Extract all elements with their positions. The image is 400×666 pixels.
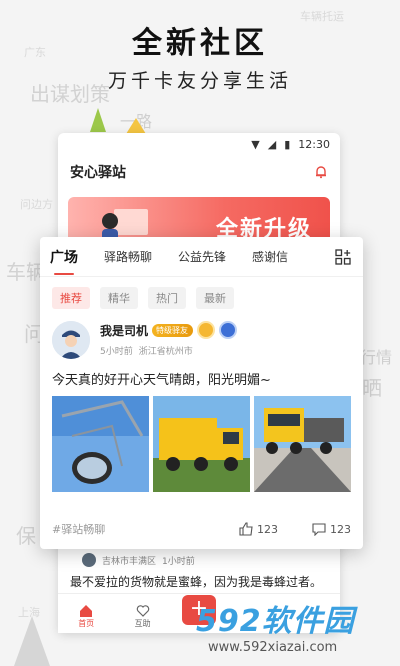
feed2-text: 最不爱拉的货物就是蜜蜂，因为我是毒蜂过者。 — [70, 575, 323, 589]
post-text: 今天真的好开心天气晴朗，阳光明媚~ — [52, 373, 271, 388]
watermark-url: www.592xiazai.com — [208, 640, 338, 655]
app-header: 安心驿站 — [58, 155, 340, 189]
feed2-location: 吉林市丰满区 — [102, 556, 157, 567]
driver-avatar-icon — [52, 321, 90, 359]
like-button[interactable]: 123 — [239, 522, 278, 536]
like-count: 123 — [257, 522, 278, 536]
headline: 全新社区 — [132, 26, 268, 61]
avatar[interactable] — [52, 321, 90, 359]
bg-word: 问边方 — [20, 198, 53, 211]
chip-recommend[interactable]: 推荐 — [52, 287, 90, 309]
post-name-row: 我是司机 特级驿友 — [100, 321, 238, 339]
bell-icon[interactable] — [314, 165, 328, 179]
post-header: 我是司机 特级驿友 5小时前 浙江省杭州市 — [40, 309, 363, 359]
app-title: 安心驿站 — [70, 165, 126, 181]
watermark-brand: 592软件园 — [196, 604, 355, 639]
battery-icon: ▮ — [284, 137, 291, 151]
comment-count: 123 — [330, 522, 351, 536]
subline: 万千卡友分享生活 — [107, 70, 292, 92]
truck-photo — [254, 396, 351, 492]
vip-badge: 特级驿友 — [152, 323, 194, 337]
chip-featured[interactable]: 精华 — [100, 287, 138, 309]
tree-decoration — [126, 118, 146, 134]
tab-chat[interactable]: 驿路畅聊 — [104, 248, 152, 265]
bg-word: 保 — [16, 524, 36, 548]
bg-word: 晒 — [362, 376, 382, 400]
tree-decoration — [14, 616, 50, 666]
watermark: 592软件园 www.592xiazai.com — [196, 596, 400, 666]
post-info: 我是司机 特级驿友 5小时前 浙江省杭州市 — [100, 321, 238, 359]
post-author[interactable]: 我是司机 — [100, 322, 148, 339]
comment-button[interactable]: 123 — [312, 522, 351, 536]
tab-square[interactable]: 广场 — [50, 247, 78, 275]
tab-help-label: 互助 — [134, 619, 151, 628]
post-photo[interactable] — [254, 396, 351, 492]
medal-icon — [197, 321, 216, 339]
tab-home-label: 首页 — [78, 619, 95, 628]
tab-charity[interactable]: 公益先锋 — [178, 248, 226, 265]
status-time: 12:30 — [298, 137, 330, 151]
tab-thanks[interactable]: 感谢信 — [252, 248, 288, 265]
post-topic[interactable]: #驿站畅聊 — [52, 521, 105, 537]
thumbs-up-icon — [239, 522, 253, 536]
chip-hot[interactable]: 热门 — [148, 287, 186, 309]
post-footer: #驿站畅聊 123 123 — [52, 521, 351, 537]
chip-latest[interactable]: 最新 — [196, 287, 234, 309]
bg-word: 行情 — [360, 348, 393, 367]
tab-help[interactable]: 互助 — [123, 604, 163, 629]
community-tabs: 广场 驿路畅聊 公益先锋 感谢信 — [40, 237, 363, 277]
truck-photo — [153, 396, 250, 492]
heart-icon — [136, 605, 149, 617]
feed2-meta: 吉林市丰满区 1小时前 — [82, 553, 195, 567]
community-card: 广场 驿路畅聊 公益先锋 感谢信 推荐 精华 热门 最新 我是司机 特级驿友 5… — [40, 237, 363, 549]
post-actions: 123 123 — [239, 522, 351, 536]
feed2-time: 1小时前 — [162, 556, 195, 567]
medal-icon — [219, 321, 238, 339]
mirror-photo — [52, 396, 149, 492]
grid-menu-icon[interactable] — [335, 249, 351, 265]
wifi-icon: ▼ — [251, 137, 260, 151]
filter-chips: 推荐 精华 热门 最新 — [40, 277, 363, 309]
post-time: 5小时前 — [100, 347, 133, 357]
post-meta: 5小时前 浙江省杭州市 — [100, 344, 237, 357]
post-photos — [40, 388, 363, 492]
signal-icon: ◢ — [267, 137, 277, 151]
status-bar: ▼ ◢ ▮ 12:30 — [58, 133, 340, 155]
home-icon — [80, 605, 93, 617]
post-location: 浙江省杭州市 — [138, 347, 193, 357]
comment-icon — [312, 523, 326, 536]
post-photo[interactable] — [153, 396, 250, 492]
avatar — [82, 553, 96, 567]
tab-home[interactable]: 首页 — [66, 604, 106, 629]
tree-decoration — [90, 108, 106, 132]
post-photo[interactable] — [52, 396, 149, 492]
